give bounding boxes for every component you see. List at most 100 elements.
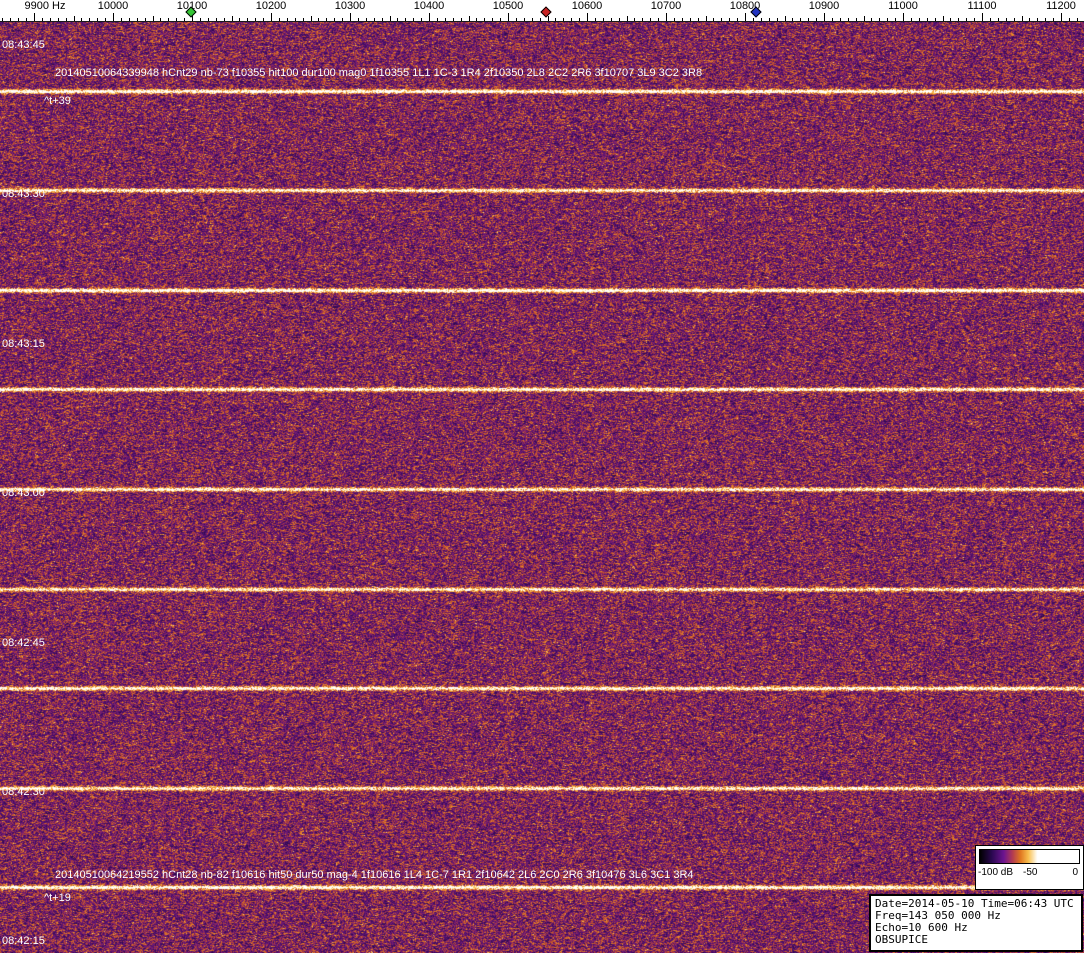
ruler-tick	[390, 16, 391, 21]
freq-label: 10400	[414, 0, 445, 13]
ruler-tick	[571, 18, 572, 21]
red-diamond-marker[interactable]	[540, 6, 551, 17]
ruler-tick	[461, 18, 462, 21]
ruler-tick	[785, 16, 786, 21]
ruler-tick	[698, 18, 699, 21]
ruler-tick	[374, 18, 375, 21]
ruler-tick	[1045, 18, 1046, 21]
freq-label: 10200	[256, 0, 287, 13]
ruler-tick	[326, 18, 327, 21]
info-line-station: OBSUPICE	[875, 934, 1077, 946]
ruler-tick	[1069, 18, 1070, 21]
ruler-tick	[540, 18, 541, 21]
freq-label: 11000	[888, 0, 918, 13]
ruler-tick	[224, 18, 225, 21]
ruler-tick	[808, 18, 809, 21]
ruler-tick	[397, 18, 398, 21]
ruler-tick	[232, 16, 233, 21]
time-label: 08:42:45	[2, 637, 45, 649]
ruler-tick	[311, 16, 312, 21]
ruler-tick	[263, 18, 264, 21]
ruler-tick	[658, 18, 659, 21]
ruler-tick	[492, 18, 493, 21]
ruler-tick	[532, 18, 533, 21]
ruler-tick	[674, 18, 675, 21]
ruler-tick	[303, 18, 304, 21]
ruler-tick	[706, 16, 707, 21]
meteor-detection-annotation-2: 20140510064219552 hCnt28 nb-82 f10616 hi…	[55, 869, 694, 881]
ruler-tick	[271, 13, 272, 21]
ruler-tick	[429, 13, 430, 21]
ruler-tick	[50, 18, 51, 21]
ruler-tick	[508, 13, 509, 21]
ruler-tick	[1022, 16, 1023, 21]
ruler-tick	[74, 16, 75, 21]
ruler-tick	[366, 18, 367, 21]
ruler-tick	[469, 16, 470, 21]
ruler-tick	[611, 18, 612, 21]
ruler-tick	[579, 18, 580, 21]
ruler-tick	[524, 18, 525, 21]
ruler-tick	[153, 16, 154, 21]
frequency-ruler[interactable]: 9900 Hz100001010010200103001040010500106…	[0, 0, 1084, 22]
ruler-tick	[1077, 18, 1078, 21]
ruler-tick	[555, 18, 556, 21]
ruler-tick	[500, 18, 501, 21]
ruler-tick	[737, 18, 738, 21]
ruler-tick	[935, 18, 936, 21]
ruler-tick	[168, 18, 169, 21]
ruler-tick	[603, 18, 604, 21]
ruler-tick	[334, 18, 335, 21]
ruler-tick	[966, 18, 967, 21]
ruler-tick	[358, 18, 359, 21]
ruler-tick	[753, 18, 754, 21]
freq-label: 9900 Hz	[25, 0, 66, 13]
ruler-tick	[879, 18, 880, 21]
ruler-tick	[903, 13, 904, 21]
ruler-tick	[484, 18, 485, 21]
ruler-tick	[113, 13, 114, 21]
ruler-tick	[239, 18, 240, 21]
meteor-detection-annotation-1: 20140510064339948 hCnt29 nb-73 f10355 hi…	[55, 67, 702, 79]
colorbar-mid-label: -50	[1023, 867, 1037, 878]
colorbar-gradient	[979, 849, 1080, 864]
time-label: 08:43:15	[2, 338, 45, 350]
meteor-spectrogram-window: 9900 Hz100001010010200103001040010500106…	[0, 0, 1084, 953]
ruler-tick	[476, 18, 477, 21]
ruler-tick	[97, 18, 98, 21]
ruler-tick	[1053, 18, 1054, 21]
ruler-tick	[848, 18, 849, 21]
ruler-tick	[690, 18, 691, 21]
ruler-tick	[548, 16, 549, 21]
freq-label: 10700	[651, 0, 682, 13]
ruler-tick	[919, 18, 920, 21]
ruler-tick	[650, 18, 651, 21]
ruler-tick	[279, 18, 280, 21]
time-offset-caret-2: ^t+19	[44, 892, 71, 904]
ruler-tick	[943, 16, 944, 21]
ruler-tick	[137, 18, 138, 21]
freq-label: 11100	[968, 0, 997, 13]
ruler-tick	[445, 18, 446, 21]
ruler-tick	[642, 18, 643, 21]
colorbar-min-label: -100 dB	[978, 867, 1013, 878]
time-offset-caret-1: ^t+39	[44, 95, 71, 107]
ruler-tick	[816, 18, 817, 21]
ruler-tick	[950, 18, 951, 21]
ruler-tick	[295, 18, 296, 21]
time-label: 08:43:00	[2, 487, 45, 499]
freq-label: 11200	[1046, 0, 1076, 13]
ruler-tick	[856, 18, 857, 21]
ruler-tick	[453, 18, 454, 21]
ruler-tick	[619, 18, 620, 21]
ruler-tick	[627, 16, 628, 21]
ruler-tick	[10, 18, 11, 21]
time-label: 08:43:30	[2, 188, 45, 200]
ruler-tick	[982, 13, 983, 21]
ruler-tick	[287, 18, 288, 21]
ruler-tick	[911, 18, 912, 21]
overlay-layer: 08:43:4508:43:3008:43:1508:43:0008:42:45…	[0, 0, 1084, 953]
ruler-tick	[145, 18, 146, 21]
ruler-tick	[1061, 13, 1062, 21]
freq-label: 10500	[493, 0, 524, 13]
